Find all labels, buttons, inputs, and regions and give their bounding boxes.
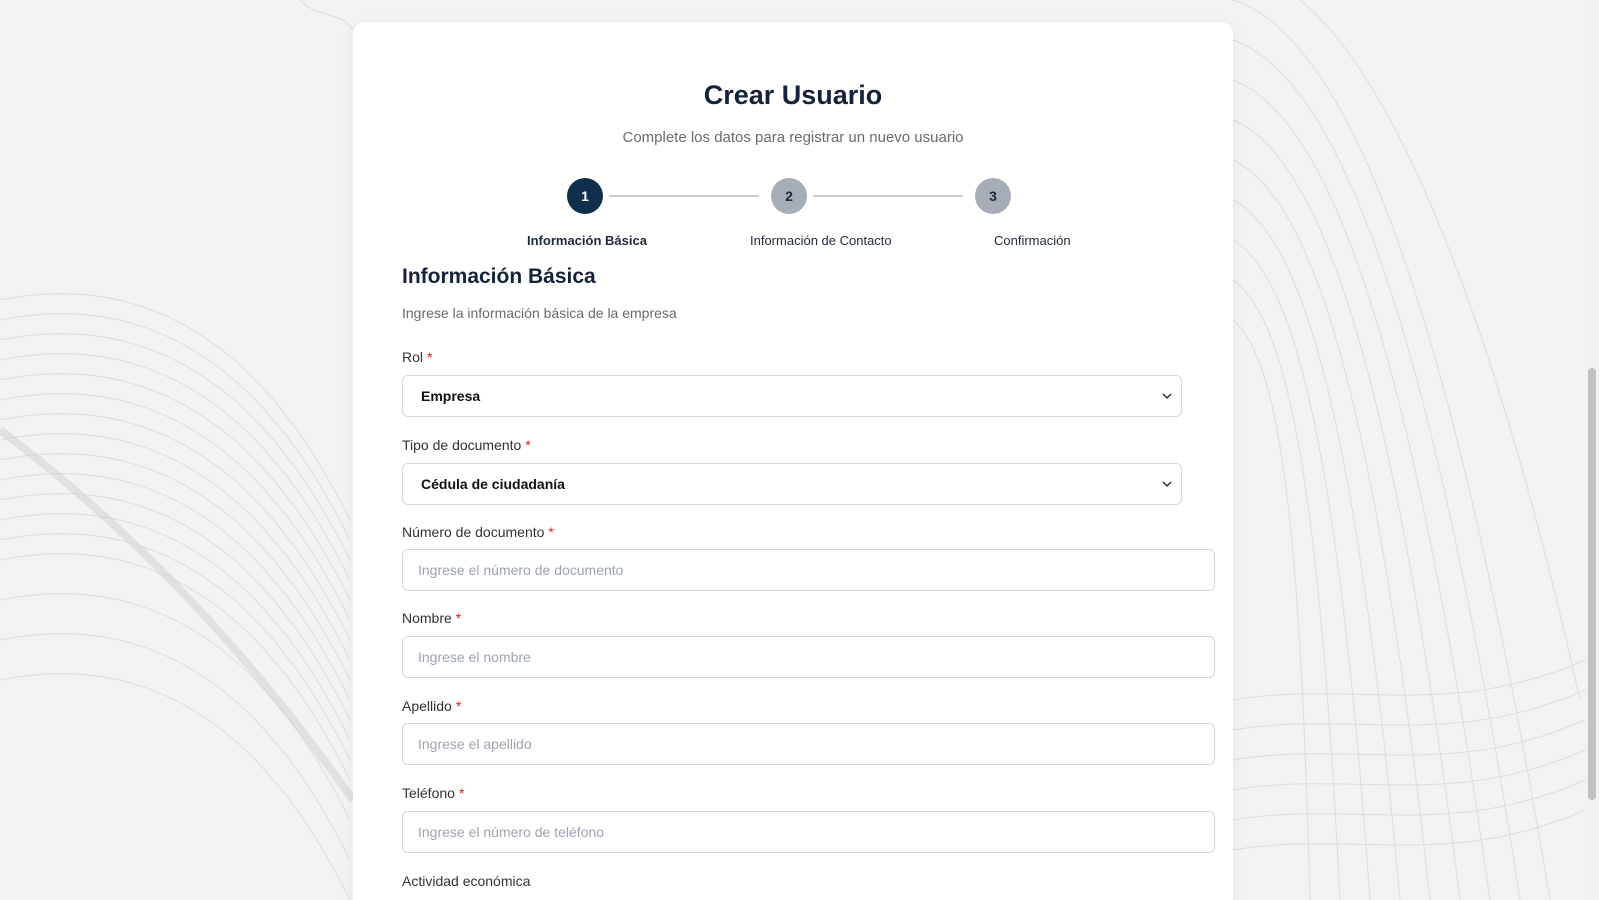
required-mark: *: [548, 524, 554, 540]
create-user-card: Crear Usuario Complete los datos para re…: [353, 22, 1233, 900]
tipo-documento-label-text: Tipo de documento: [402, 437, 522, 453]
numero-documento-label-text: Número de documento: [402, 524, 545, 540]
tipo-documento-select-value: Cédula de ciudadanía: [421, 476, 565, 492]
page-subtitle: Complete los datos para registrar un nue…: [622, 129, 964, 146]
scrollbar-thumb[interactable]: [1588, 368, 1596, 800]
required-mark: *: [455, 610, 462, 626]
actividad-economica-label: Actividad económica: [402, 873, 530, 889]
tipo-documento-select[interactable]: Cédula de ciudadanía: [402, 463, 1182, 505]
rol-select-value: Empresa: [421, 388, 481, 404]
apellido-label: Apellido *: [402, 698, 461, 714]
tipo-documento-label: Tipo de documento *: [402, 437, 531, 453]
apellido-input[interactable]: [402, 723, 1215, 765]
page-title: Crear Usuario: [703, 80, 883, 110]
rol-label-text: Rol: [402, 349, 424, 365]
step-2-circle[interactable]: 2: [771, 178, 807, 214]
actividad-economica-label-text: Actividad económica: [402, 873, 531, 889]
step-connector-2: [813, 195, 963, 197]
required-mark: *: [427, 349, 433, 365]
rol-label: Rol *: [402, 349, 432, 365]
nombre-label: Nombre *: [402, 610, 461, 626]
numero-documento-input[interactable]: [402, 549, 1215, 591]
required-mark: *: [525, 437, 531, 453]
nombre-input[interactable]: [402, 636, 1215, 678]
chevron-down-icon: [1162, 393, 1172, 400]
apellido-label-text: Apellido: [402, 698, 452, 714]
rol-select[interactable]: Empresa: [402, 375, 1182, 417]
telefono-label-text: Teléfono: [402, 785, 455, 801]
step-2-label: Información de Contacto: [750, 233, 892, 248]
telefono-label: Teléfono *: [402, 785, 464, 801]
chevron-down-icon: [1162, 481, 1172, 488]
section-title: Información Básica: [402, 265, 596, 288]
step-1-label: Información Básica: [527, 233, 647, 248]
step-3-label: Confirmación: [994, 233, 1071, 248]
step-1-circle[interactable]: 1: [567, 178, 603, 214]
nombre-label-text: Nombre: [402, 610, 452, 626]
required-mark: *: [458, 785, 465, 801]
telefono-input[interactable]: [402, 811, 1215, 853]
step-connector-1: [609, 195, 759, 197]
step-3-circle[interactable]: 3: [975, 178, 1011, 214]
required-mark: *: [455, 698, 462, 714]
numero-documento-label: Número de documento *: [402, 524, 554, 540]
section-description: Ingrese la información básica de la empr…: [402, 305, 677, 321]
page-scrollbar[interactable]: [1585, 0, 1599, 900]
